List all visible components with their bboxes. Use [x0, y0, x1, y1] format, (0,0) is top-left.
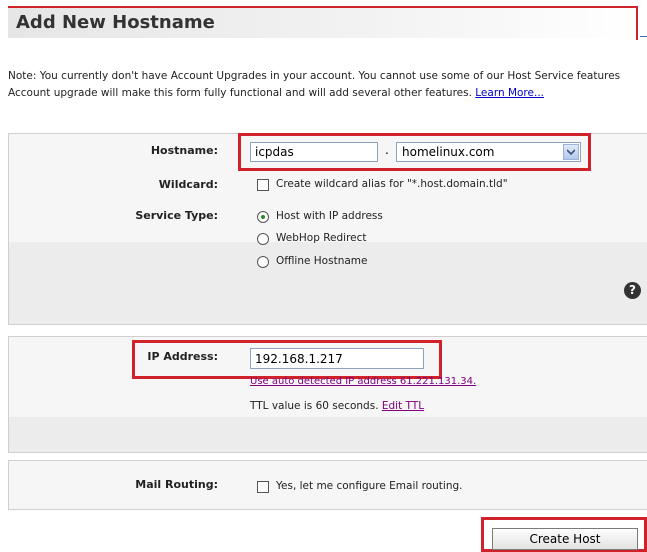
wildcard-checkbox-label: Create wildcard alias for "*.host.domain… — [276, 178, 508, 190]
mail-routing-checkbox[interactable] — [257, 481, 269, 493]
account-note: Note: You currently don't have Account U… — [8, 68, 647, 102]
service-radio-host-ip[interactable] — [257, 211, 269, 223]
service-option-host-ip: Host with IP address — [276, 210, 383, 222]
title-divider — [640, 36, 647, 37]
note-line-1: Note: You currently don't have Account U… — [8, 70, 621, 82]
hostname-highlight-box — [238, 133, 591, 171]
help-icon[interactable]: ? — [624, 282, 641, 299]
service-option-webhop: WebHop Redirect — [276, 232, 367, 244]
ttl-text: TTL value is 60 seconds. Edit TTL — [250, 400, 424, 412]
ip-address-highlight-box — [132, 340, 442, 379]
wildcard-label: Wildcard: — [158, 178, 218, 191]
mail-routing-label: Mail Routing: — [135, 478, 218, 491]
auto-detect-ip-link[interactable]: Use auto detected IP address 61.221.131.… — [250, 376, 476, 387]
service-type-label: Service Type: — [135, 209, 218, 222]
title-highlight-box — [8, 6, 638, 40]
service-radio-webhop[interactable] — [257, 233, 269, 245]
note-line-2: Account upgrade will make this form full… — [8, 85, 647, 102]
service-option-offline: Offline Hostname — [276, 255, 368, 267]
wildcard-checkbox[interactable] — [257, 179, 269, 191]
ttl-value-text: TTL value is 60 seconds. — [250, 400, 379, 412]
hostname-label: Hostname: — [150, 144, 218, 157]
service-radio-offline[interactable] — [257, 256, 269, 268]
create-host-button[interactable]: Create Host — [492, 528, 638, 550]
edit-ttl-link[interactable]: Edit TTL — [382, 400, 424, 412]
mail-routing-checkbox-label: Yes, let me configure Email routing. — [276, 480, 463, 492]
note-line-2-text: Account upgrade will make this form full… — [8, 87, 472, 99]
learn-more-link[interactable]: Learn More... — [475, 87, 544, 99]
